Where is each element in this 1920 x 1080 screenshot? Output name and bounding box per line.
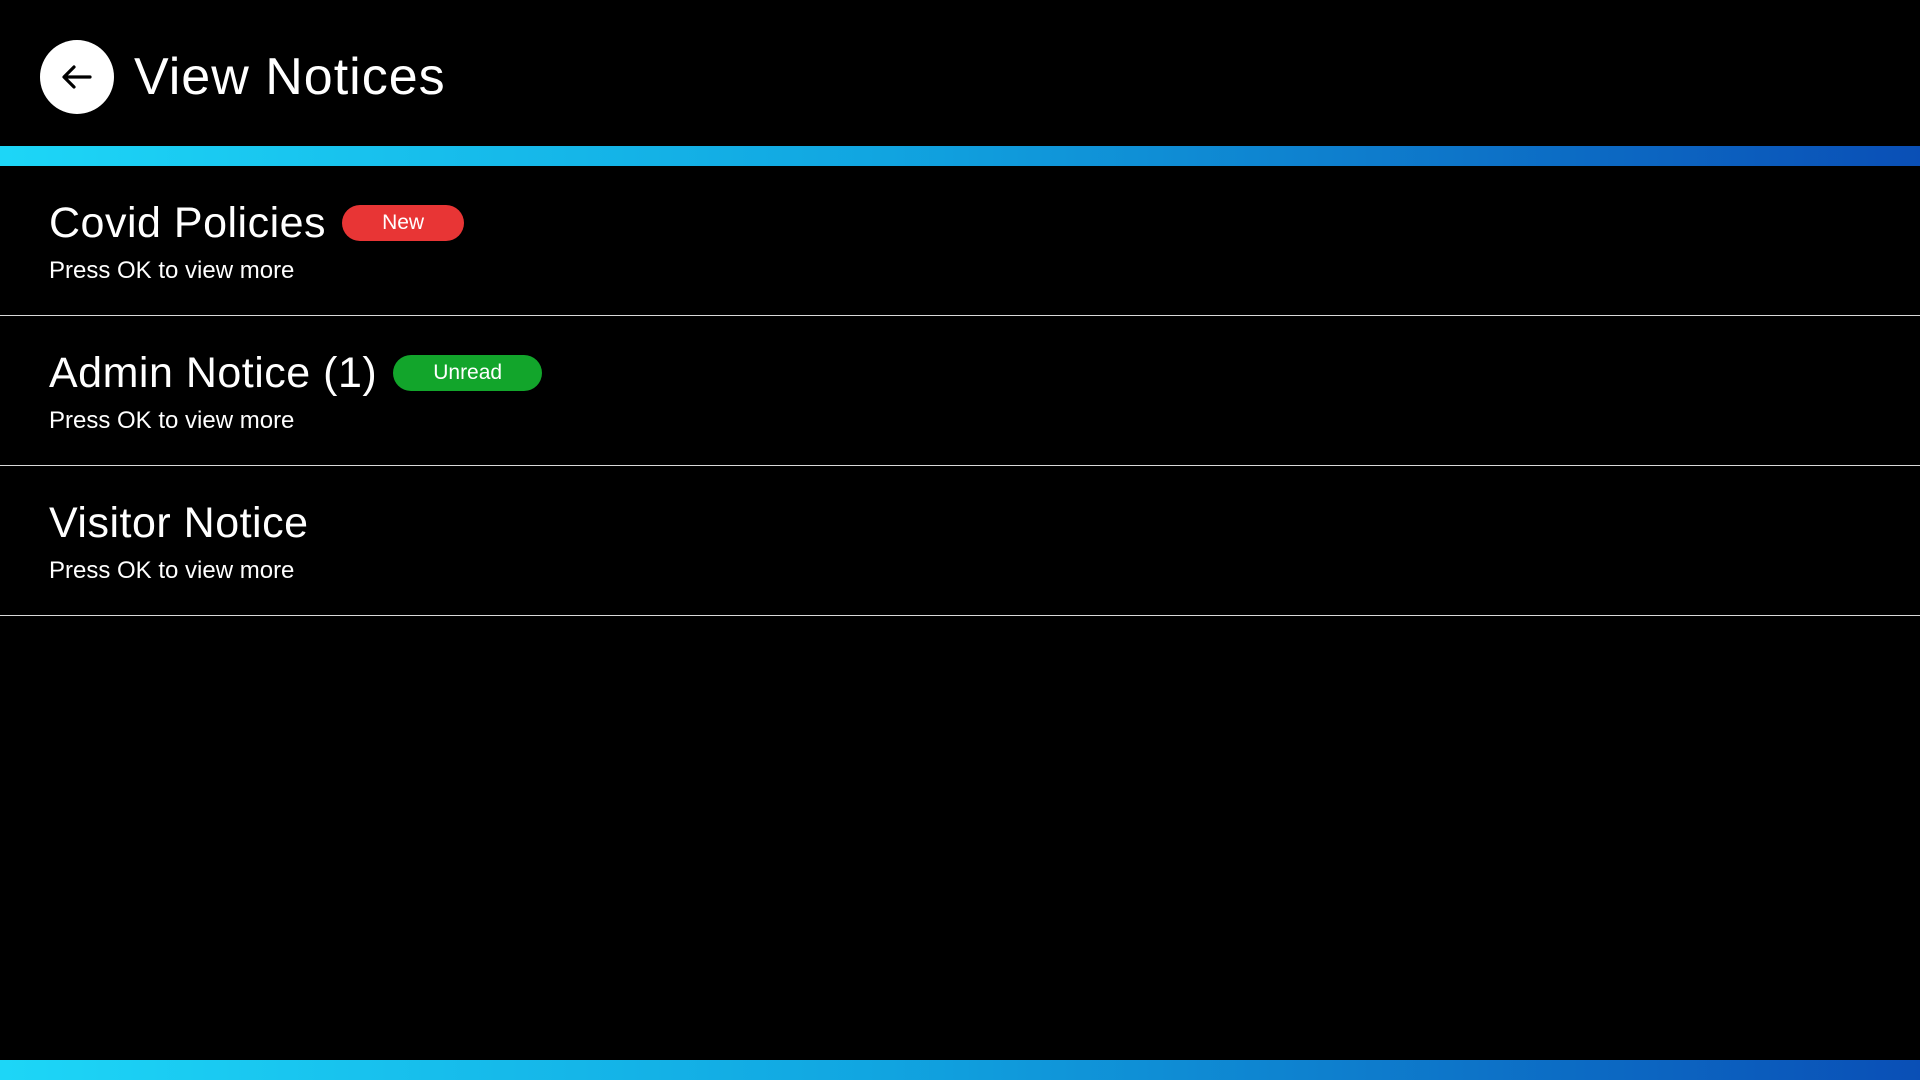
notice-subtitle: Press OK to view more [49, 407, 295, 434]
page-title: View Notices [134, 48, 446, 106]
notice-subtitle: Press OK to view more [49, 257, 295, 284]
notice-item-admin-notice[interactable]: Admin Notice (1) Unread Press OK to view… [0, 316, 1920, 466]
notice-item-visitor-notice[interactable]: Visitor Notice Press OK to view more [0, 466, 1920, 616]
notice-title: Visitor Notice [49, 499, 309, 547]
notice-item-covid-policies[interactable]: Covid Policies New Press OK to view more [0, 166, 1920, 316]
notice-list: Covid Policies New Press OK to view more… [0, 166, 1920, 616]
notice-title-row: Admin Notice (1) Unread [49, 345, 543, 401]
bottom-gradient-bar [0, 1060, 1920, 1080]
top-gradient-bar [0, 146, 1920, 166]
status-badge-unread: Unread [393, 355, 543, 391]
notice-title: Admin Notice (1) [49, 349, 378, 397]
status-badge-new: New [342, 205, 465, 241]
arrow-left-icon [62, 65, 92, 89]
back-button[interactable] [40, 40, 114, 114]
notice-subtitle: Press OK to view more [49, 557, 295, 584]
header: View Notices [0, 0, 1920, 146]
notices-screen: View Notices Covid Policies New Press OK… [0, 0, 1920, 1080]
notice-title: Covid Policies [49, 199, 327, 247]
notice-title-row: Covid Policies New [49, 195, 465, 251]
notice-title-row: Visitor Notice [49, 495, 309, 551]
